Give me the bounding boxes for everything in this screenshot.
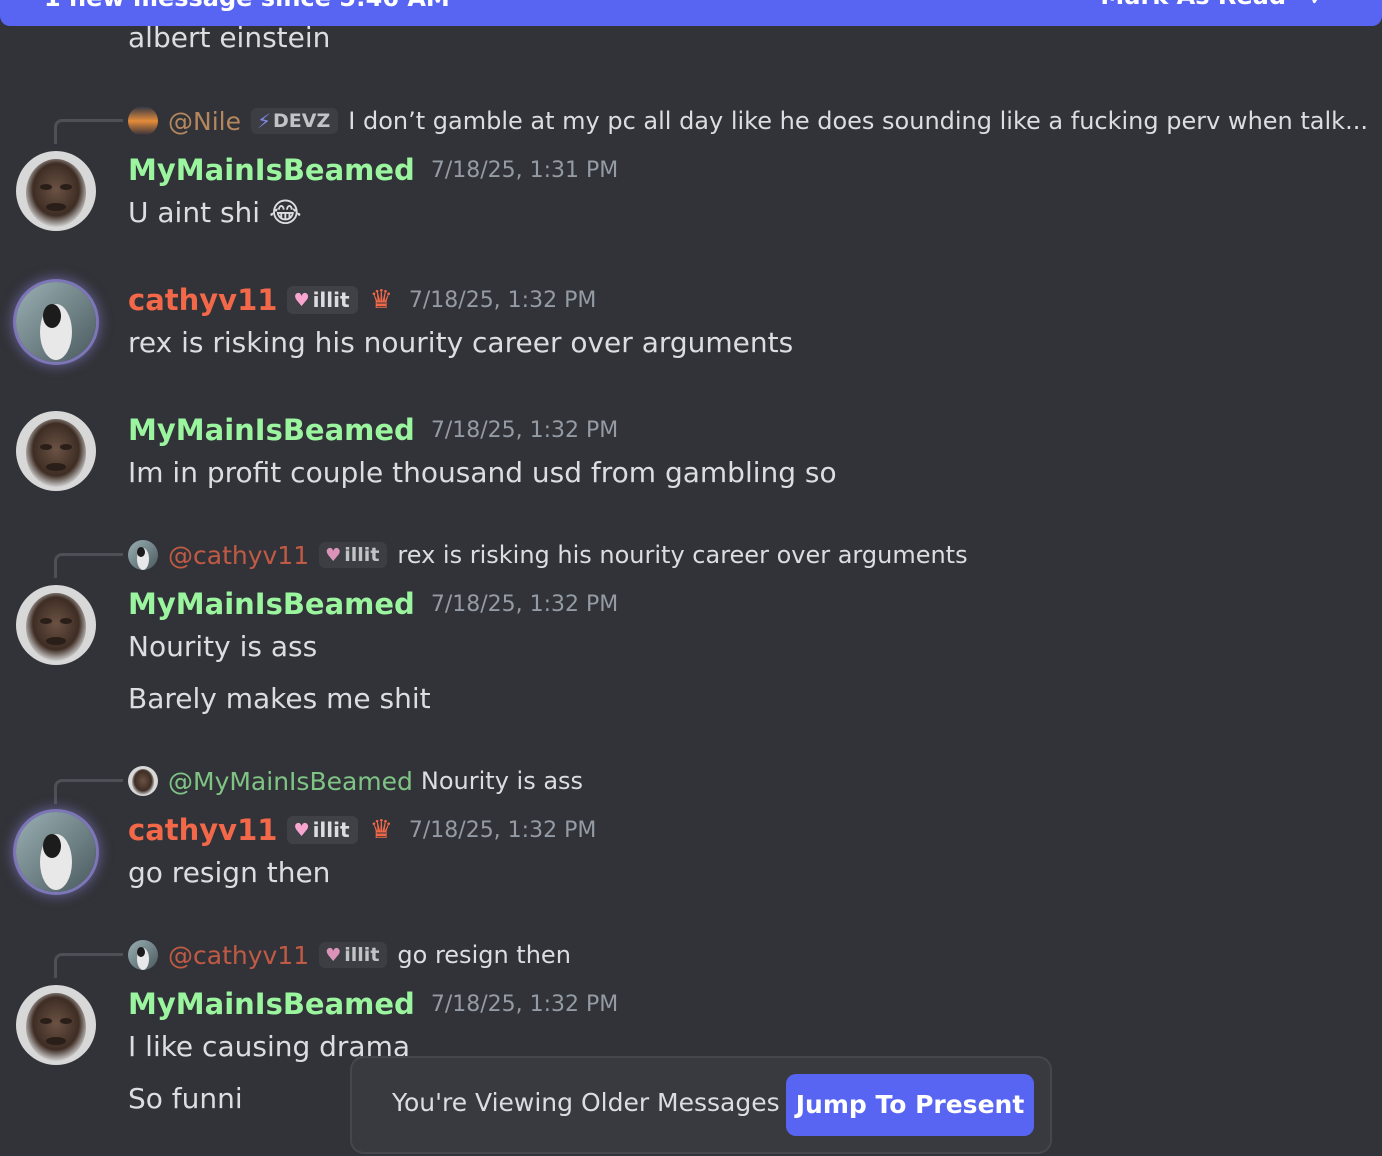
timestamp[interactable]: 7/18/25, 1:32 PM xyxy=(431,592,618,617)
mark-as-read-label: Mark As Read xyxy=(1100,0,1286,10)
message-header: MyMainIsBeamed 7/18/25, 1:32 PM xyxy=(128,410,618,450)
reply-text: rex is risking his nourity career over a… xyxy=(397,541,968,569)
avatar[interactable] xyxy=(16,812,96,892)
reply-author[interactable]: @cathyv11 xyxy=(168,541,309,570)
tag-label: illit xyxy=(344,944,380,966)
username[interactable]: MyMainIsBeamed xyxy=(128,413,415,447)
username[interactable]: MyMainIsBeamed xyxy=(128,987,415,1021)
illit-tag: ♥ illit xyxy=(287,816,358,844)
username[interactable]: MyMainIsBeamed xyxy=(128,587,415,621)
message-content-line: So funni xyxy=(128,1082,243,1115)
reply-text: go resign then xyxy=(397,941,571,969)
jump-to-present-button[interactable]: Jump To Present xyxy=(786,1074,1034,1136)
message-content-line: Im in profit couple thousand usd from ga… xyxy=(128,456,837,489)
reply-spine xyxy=(54,119,123,144)
timestamp[interactable]: 7/18/25, 1:32 PM xyxy=(431,418,618,443)
older-messages-text: You're Viewing Older Messages xyxy=(392,1088,780,1117)
reply-preview[interactable]: @Nile ⚡ DEVZ I don’t gamble at my pc all … xyxy=(128,104,1368,138)
reply-preview[interactable]: @MyMainIsBeamed Nourity is ass xyxy=(128,764,583,798)
reply-preview[interactable]: @cathyv11 ♥ illit go resign then xyxy=(128,938,571,972)
older-messages-bar: You're Viewing Older Messages Jump To Pr… xyxy=(350,1056,1052,1154)
reply-author[interactable]: @MyMainIsBeamed xyxy=(168,767,413,796)
mark-as-read-button[interactable]: Mark As Read ✓ xyxy=(1082,0,1346,12)
heart-icon: ♥ xyxy=(293,819,310,841)
message-content-line: Nourity is ass xyxy=(128,630,318,663)
reply-spine xyxy=(54,953,123,978)
timestamp[interactable]: 7/18/25, 1:32 PM xyxy=(431,992,618,1017)
bolt-icon: ⚡ xyxy=(256,109,272,133)
reply-text: Nourity is ass xyxy=(420,767,584,795)
message-header: cathyv11 ♥ illit ♛ 7/18/25, 1:32 PM xyxy=(128,810,596,850)
cathy-mini-avatar xyxy=(128,540,158,570)
avatar[interactable] xyxy=(16,985,96,1065)
message-header: MyMainIsBeamed 7/18/25, 1:32 PM xyxy=(128,584,618,624)
reply-author[interactable]: @cathyv11 xyxy=(168,941,309,970)
illit-tag: ♥ illit xyxy=(287,286,358,314)
avatar[interactable] xyxy=(16,282,96,362)
nile-avatar xyxy=(128,106,158,136)
message-content-line: U aint shi 😂 xyxy=(128,196,302,229)
tag-label: illit xyxy=(344,544,380,566)
heart-icon: ♥ xyxy=(325,544,342,566)
reply-preview[interactable]: @cathyv11 ♥ illit rex is risking his nour… xyxy=(128,538,968,572)
message-content-line: albert einstein xyxy=(128,21,331,54)
devz-tag: ⚡ DEVZ xyxy=(250,108,339,134)
timestamp[interactable]: 7/18/25, 1:32 PM xyxy=(409,288,596,313)
timestamp[interactable]: 7/18/25, 1:31 PM xyxy=(431,158,618,183)
username[interactable]: MyMainIsBeamed xyxy=(128,153,415,187)
crown-icon: ♛ xyxy=(369,815,393,845)
heart-icon: ♥ xyxy=(293,289,310,311)
message-content-line: Barely makes me shit xyxy=(128,682,431,715)
reply-author[interactable]: @Nile xyxy=(168,107,241,136)
beamed-mini-avatar xyxy=(128,766,158,796)
mark-read-icon: ✓ xyxy=(1309,0,1326,12)
message-content-line: rex is risking his nourity career over a… xyxy=(128,326,794,359)
crown-icon: ♛ xyxy=(369,285,393,315)
timestamp[interactable]: 7/18/25, 1:32 PM xyxy=(409,818,596,843)
illit-tag: ♥ illit xyxy=(319,542,388,568)
message-header: cathyv11 ♥ illit ♛ 7/18/25, 1:32 PM xyxy=(128,280,596,320)
illit-tag: ♥ illit xyxy=(319,942,388,968)
reply-text: I don’t gamble at my pc all day like he … xyxy=(348,107,1368,135)
username[interactable]: cathyv11 xyxy=(128,283,277,317)
message-header: MyMainIsBeamed 7/18/25, 1:32 PM xyxy=(128,984,618,1024)
reply-spine xyxy=(54,779,123,804)
cathy-mini-avatar xyxy=(128,940,158,970)
avatar[interactable] xyxy=(16,411,96,491)
message-header: MyMainIsBeamed 7/18/25, 1:31 PM xyxy=(128,150,618,190)
message-content-line: go resign then xyxy=(128,856,331,889)
reply-spine xyxy=(54,553,123,578)
new-messages-text: 1 new message since 5:46 AM xyxy=(44,0,450,10)
tag-label: illit xyxy=(312,818,350,842)
heart-icon: ♥ xyxy=(325,944,342,966)
avatar[interactable] xyxy=(16,151,96,231)
avatar[interactable] xyxy=(16,585,96,665)
tag-label: DEVZ xyxy=(273,110,331,132)
username[interactable]: cathyv11 xyxy=(128,813,277,847)
tag-label: illit xyxy=(312,288,350,312)
